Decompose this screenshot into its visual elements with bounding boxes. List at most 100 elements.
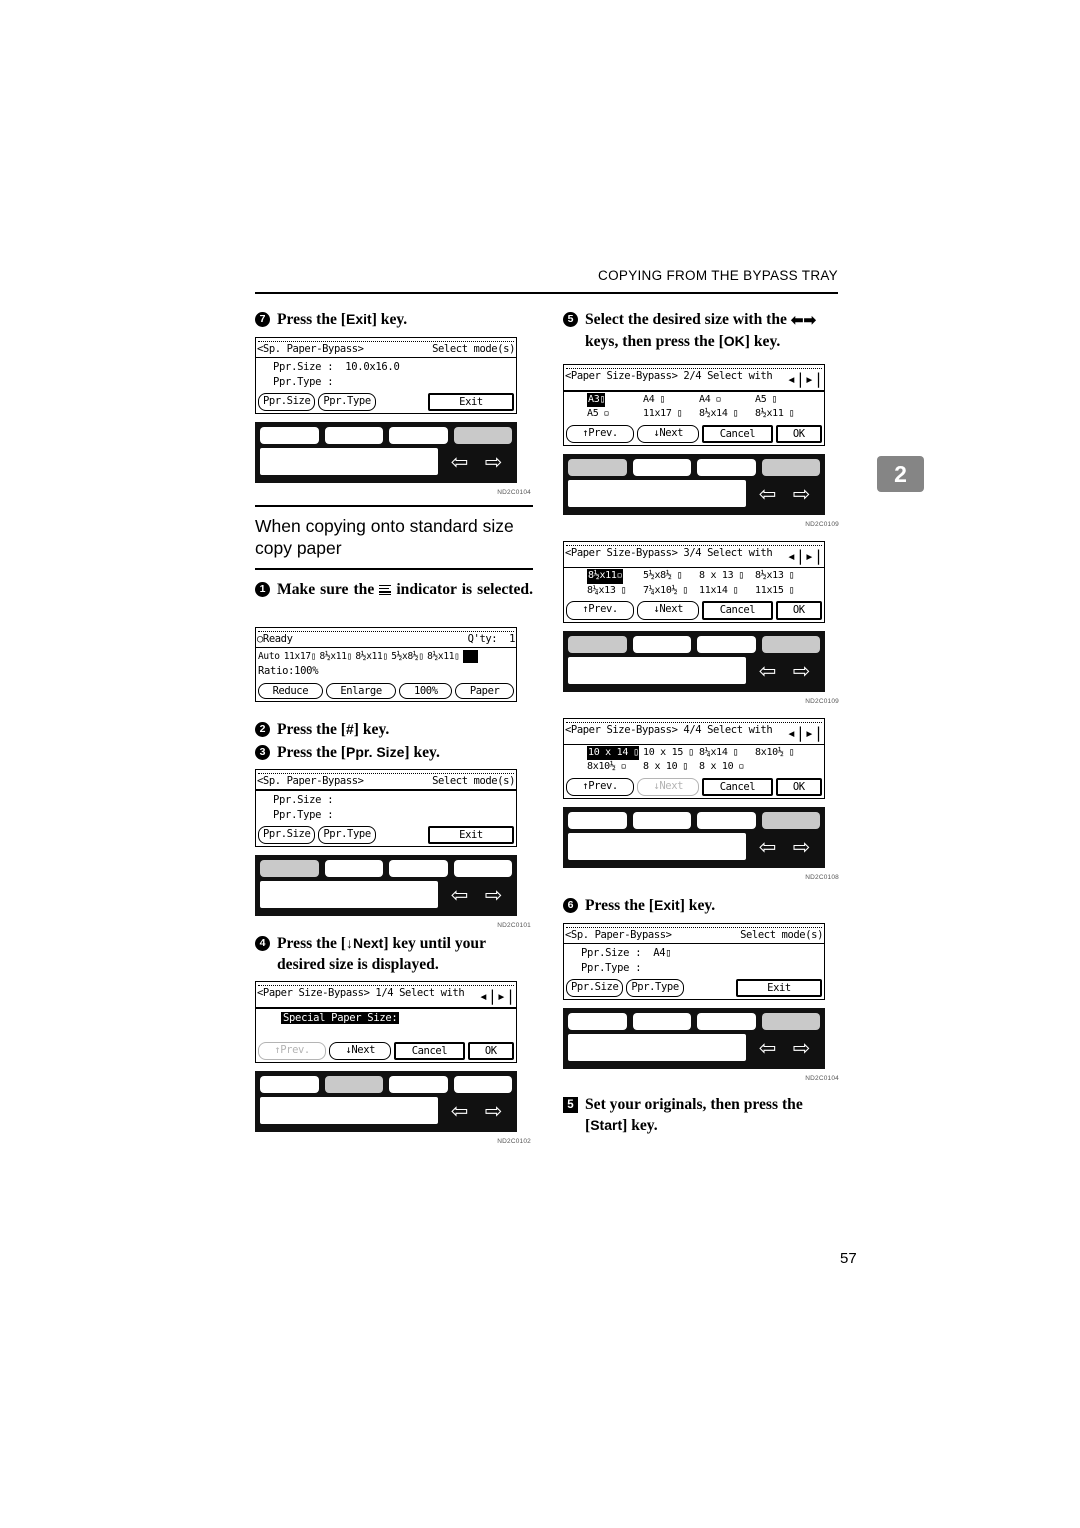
softkey-exit[interactable]: Exit [428,825,514,844]
keypad-button-2[interactable] [324,427,383,445]
keypad-button-4[interactable] [761,1013,820,1031]
grid-cell-0-0[interactable]: 10 x 14 ▯ [587,745,643,761]
softkey-ppr-size[interactable]: Ppr.Size [258,392,316,412]
softkey-prev[interactable]: ↑Prev. [566,424,635,443]
lcd-panel: <Sp. Paper-Bypass> Select mode(s) Ppr.Si… [563,922,825,1001]
keypad-button-2[interactable] [632,635,691,653]
left-arrow-icon[interactable]: ⇦ [754,835,781,859]
keypad-button-1[interactable] [568,458,627,476]
lcd-grid-row-1: A3▯ A4 ▯ A4 ▫ A5 ▯ [567,392,821,408]
keypad-button-1[interactable] [568,812,627,830]
left-arrow-icon[interactable]: ⇦ [446,1099,473,1123]
grid-cell-1-2[interactable]: 11x14 ▯ [699,584,755,599]
keypad-button-1[interactable] [568,635,627,653]
softkey-cancel[interactable]: Cancel [702,777,773,797]
softkey-reduce[interactable]: Reduce [258,683,323,700]
softkey-next[interactable]: ↓Next [637,424,700,443]
softkey-exit[interactable]: Exit [736,979,822,998]
left-arrow-icon[interactable]: ⇦ [754,482,781,506]
figure-ready: ○Ready Q'ty: 1 Auto 11x17▯ 8½x11▯ 8½x11▯… [255,626,533,703]
keypad-button-2[interactable] [324,859,383,877]
softkey-cancel[interactable]: Cancel [702,424,773,443]
grid-cell-0-2[interactable]: 8 x 13 ▯ [699,569,755,584]
softkey-cancel[interactable]: Cancel [394,1041,465,1060]
grid-cell-1-1[interactable]: 11x17 ▯ [643,407,699,422]
step-1-bullet: 1 [255,581,270,597]
keypad-button-3[interactable] [389,1075,448,1093]
keypad-bottom-row: ⇦ ⇨ [568,656,820,687]
keypad-button-3[interactable] [389,859,448,877]
softkey-ppr-size[interactable]: Ppr.Size [566,979,624,998]
softkey-prev[interactable]: ↑Prev. [258,1041,327,1060]
grid-cell-1-0[interactable]: 8¼x13 ▯ [587,584,643,599]
step-2-bullet: 2 [255,722,270,738]
grid-cell-1-3[interactable]: 8½x11 ▯ [755,407,811,422]
keypad-button-3[interactable] [697,635,756,653]
softkey-prev[interactable]: ↑Prev. [566,601,635,620]
softkey-prev[interactable]: ↑Prev. [566,777,635,797]
keypad-button-1[interactable] [260,1075,319,1093]
softkey-next[interactable]: ↓Next [637,601,700,620]
keypad-button-2[interactable] [632,812,691,830]
keypad-button-3[interactable] [697,1013,756,1031]
softkey-ppr-type[interactable]: Ppr.Type [626,979,684,998]
keypad-button-1[interactable] [260,427,319,445]
softkey-ok[interactable]: OK [775,777,823,797]
keypad-button-2[interactable] [632,458,691,476]
keypad-button-4[interactable] [453,427,512,445]
left-arrow-icon[interactable]: ⇦ [446,450,473,474]
grid-cell-0-0[interactable]: 8½x11▫ [587,569,643,584]
softkey-next[interactable]: ↓Next [637,777,700,797]
keypad-button-3[interactable] [697,812,756,830]
right-arrow-icon[interactable]: ⇨ [480,450,507,474]
softkey-cancel[interactable]: Cancel [702,601,773,620]
grid-cell-0-1[interactable]: 10 x 15 ▯ [643,746,699,761]
softkey-next[interactable]: ↓Next [329,1041,392,1060]
grid-cell-0-2[interactable]: 8¼x14 ▯ [699,746,755,761]
keypad-button-1[interactable] [568,1013,627,1031]
grid-cell-0-1[interactable]: A4 ▯ [643,393,699,408]
left-arrow-icon[interactable]: ⇦ [754,659,781,683]
softkey-ppr-type[interactable]: Ppr.Type [318,392,376,412]
grid-cell-1-1[interactable]: 8 x 10 ▯ [643,760,699,775]
softkey-enlarge[interactable]: Enlarge [325,683,397,700]
right-arrow-icon[interactable]: ⇨ [788,482,815,506]
grid-cell-0-0[interactable]: A3▯ [587,392,643,408]
grid-cell-1-3[interactable]: 11x15 ▯ [755,584,811,599]
grid-cell-0-2[interactable]: A4 ▫ [699,393,755,408]
right-arrow-icon[interactable]: ⇨ [480,1099,507,1123]
keypad-button-1[interactable] [260,859,319,877]
keypad-button-2[interactable] [632,1013,691,1031]
softkey-ppr-type[interactable]: Ppr.Type [318,825,376,844]
grid-cell-1-0[interactable]: A5 ▫ [587,407,643,422]
grid-cell-0-1[interactable]: 5½x8½ ▯ [643,569,699,584]
keypad-button-4[interactable] [761,635,820,653]
right-arrow-icon[interactable]: ⇨ [788,1036,815,1060]
keypad-button-4[interactable] [453,859,512,877]
softkey-100-percent[interactable]: 100% [399,683,453,700]
keypad-button-2[interactable] [324,1075,383,1093]
softkey-paper[interactable]: Paper [455,683,515,700]
right-arrow-icon[interactable]: ⇨ [788,835,815,859]
grid-cell-0-3[interactable]: 8x10½ ▯ [755,746,811,761]
grid-cell-0-3[interactable]: A5 ▯ [755,393,811,408]
keypad-button-3[interactable] [389,427,448,445]
grid-cell-0-3[interactable]: 8½x13 ▯ [755,569,811,584]
left-arrow-icon[interactable]: ⇦ [754,1036,781,1060]
softkey-ok[interactable]: OK [775,424,823,443]
softkey-ppr-size[interactable]: Ppr.Size [258,825,316,844]
left-arrow-icon[interactable]: ⇦ [446,883,473,907]
keypad-button-3[interactable] [697,458,756,476]
grid-cell-1-2[interactable]: 8½x14 ▯ [699,407,755,422]
right-arrow-icon[interactable]: ⇨ [788,659,815,683]
softkey-ok[interactable]: OK [467,1041,515,1060]
grid-cell-1-0[interactable]: 8x10½ ▫ [587,760,643,775]
keypad-button-4[interactable] [761,458,820,476]
softkey-exit[interactable]: Exit [428,392,514,412]
keypad-button-4[interactable] [453,1075,512,1093]
softkey-ok[interactable]: OK [775,601,823,620]
keypad-button-4[interactable] [761,812,820,830]
grid-cell-1-2[interactable]: 8 x 10 ▫ [699,760,755,775]
grid-cell-1-1[interactable]: 7¼x10½ ▯ [643,584,699,599]
right-arrow-icon[interactable]: ⇨ [480,883,507,907]
